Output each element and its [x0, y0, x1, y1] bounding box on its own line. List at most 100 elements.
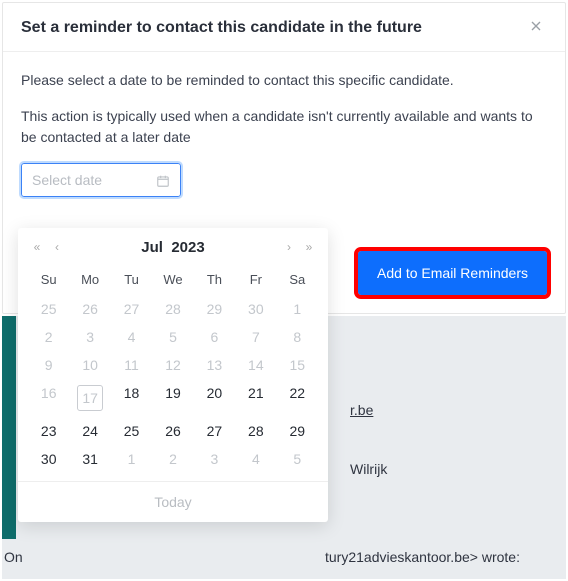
calendar-day-cell[interactable]: 10: [69, 351, 110, 379]
calendar-day-number: 2: [160, 451, 186, 467]
calendar-day-cell[interactable]: 28: [152, 295, 193, 323]
calendar-day-number: 22: [284, 385, 310, 401]
calendar-day-cell[interactable]: 9: [28, 351, 69, 379]
calendar-day-cell[interactable]: 1: [277, 295, 318, 323]
modal-paragraph-1: Please select a date to be reminded to c…: [21, 70, 547, 92]
add-to-email-reminders-button[interactable]: Add to Email Reminders: [358, 251, 547, 295]
calendar-day-cell[interactable]: 26: [69, 295, 110, 323]
calendar-day-cell[interactable]: 5: [152, 323, 193, 351]
calendar-day-number: 4: [243, 451, 269, 467]
calendar-day-cell[interactable]: 20: [194, 379, 235, 417]
calendar-day-cell[interactable]: 4: [111, 323, 152, 351]
calendar-day-number: 26: [160, 423, 186, 439]
calendar-header: « ‹ Jul 2023 › »: [18, 228, 328, 262]
calendar-day-number: 14: [243, 357, 269, 373]
calendar-day-number: 30: [243, 301, 269, 317]
calendar-day-cell[interactable]: 29: [194, 295, 235, 323]
calendar-day-cell[interactable]: 17: [69, 379, 110, 417]
calendar-day-number: 9: [36, 357, 62, 373]
bg-wrote-fragment: tury21advieskantoor.be> wrote:: [325, 549, 520, 565]
calendar-day-cell[interactable]: 26: [152, 417, 193, 445]
calendar-day-number: 21: [243, 385, 269, 401]
calendar-day-number: 19: [160, 385, 186, 401]
calendar-day-number: 16: [36, 385, 62, 401]
double-chevron-left-icon: «: [28, 238, 46, 256]
dow-th: Th: [194, 266, 235, 295]
bg-on-fragment: On: [4, 549, 23, 565]
calendar-day-number: 27: [201, 423, 227, 439]
calendar-next-arrows: › »: [280, 238, 318, 256]
calendar-day-cell[interactable]: 2: [152, 445, 193, 473]
date-input-field[interactable]: [32, 172, 156, 188]
calendar-day-cell[interactable]: 21: [235, 379, 276, 417]
calendar-day-number: 8: [284, 329, 310, 345]
calendar-day-number: 2: [36, 329, 62, 345]
calendar-day-cell[interactable]: 2: [28, 323, 69, 351]
calendar-day-cell[interactable]: 14: [235, 351, 276, 379]
calendar-day-cell[interactable]: 19: [152, 379, 193, 417]
calendar-day-cell[interactable]: 3: [69, 323, 110, 351]
calendar-day-number: 26: [77, 301, 103, 317]
calendar-day-cell[interactable]: 5: [277, 445, 318, 473]
modal-paragraph-2: This action is typically used when a can…: [21, 106, 547, 149]
calendar-day-cell[interactable]: 18: [111, 379, 152, 417]
double-chevron-right-icon: »: [300, 238, 318, 256]
calendar-week-row: 16 17 18 19 20 21 22: [28, 379, 318, 417]
modal-body: Please select a date to be reminded to c…: [3, 52, 565, 197]
calendar-day-cell[interactable]: 25: [28, 295, 69, 323]
calendar-day-cell[interactable]: 28: [235, 417, 276, 445]
calendar-week-row: 2345678: [28, 323, 318, 351]
calendar-day-number: 18: [119, 385, 145, 401]
calendar-day-cell[interactable]: 30: [235, 295, 276, 323]
calendar-day-cell[interactable]: 23: [28, 417, 69, 445]
dow-we: We: [152, 266, 193, 295]
next-year-button[interactable]: »: [300, 238, 318, 256]
calendar-day-cell[interactable]: 27: [111, 295, 152, 323]
calendar-today-button[interactable]: Today: [18, 481, 328, 522]
prev-year-button[interactable]: «: [28, 238, 46, 256]
calendar-week-row: 303112345: [28, 445, 318, 473]
calendar-day-cell[interactable]: 31: [69, 445, 110, 473]
chevron-left-icon: ‹: [48, 238, 66, 256]
calendar-day-cell[interactable]: 6: [194, 323, 235, 351]
dow-fr: Fr: [235, 266, 276, 295]
calendar-day-cell[interactable]: 24: [69, 417, 110, 445]
next-month-button[interactable]: ›: [280, 238, 298, 256]
calendar-day-cell[interactable]: 27: [194, 417, 235, 445]
calendar-day-cell[interactable]: 12: [152, 351, 193, 379]
calendar-day-number: 7: [243, 329, 269, 345]
calendar-day-cell[interactable]: 4: [235, 445, 276, 473]
dow-mo: Mo: [69, 266, 110, 295]
calendar-day-cell[interactable]: 8: [277, 323, 318, 351]
dow-tu: Tu: [111, 266, 152, 295]
calendar-day-cell[interactable]: 25: [111, 417, 152, 445]
close-button[interactable]: [525, 17, 547, 39]
bg-link-fragment: r.be: [350, 402, 373, 418]
calendar-day-number: 6: [201, 329, 227, 345]
calendar-day-cell[interactable]: 16: [28, 379, 69, 417]
date-input[interactable]: [21, 163, 181, 197]
dow-su: Su: [28, 266, 69, 295]
calendar-day-number: 25: [119, 423, 145, 439]
calendar-day-cell[interactable]: 15: [277, 351, 318, 379]
calendar-day-cell[interactable]: 29: [277, 417, 318, 445]
calendar-day-cell[interactable]: 22: [277, 379, 318, 417]
calendar-day-number: 27: [119, 301, 145, 317]
prev-month-button[interactable]: ‹: [48, 238, 66, 256]
calendar-day-number: 29: [201, 301, 227, 317]
calendar-week-row: 25 26 27 28 29 30 1: [28, 295, 318, 323]
calendar-day-cell[interactable]: 11: [111, 351, 152, 379]
calendar-day-number: 23: [36, 423, 62, 439]
calendar-month-year[interactable]: Jul 2023: [141, 239, 204, 256]
calendar-day-cell[interactable]: 7: [235, 323, 276, 351]
calendar-day-cell[interactable]: 1: [111, 445, 152, 473]
calendar-day-cell[interactable]: 3: [194, 445, 235, 473]
calendar-day-number: 28: [160, 301, 186, 317]
calendar-day-number: 17: [77, 385, 103, 411]
calendar-week-row: 9 10111213 14 15: [28, 351, 318, 379]
calendar-day-cell[interactable]: 13: [194, 351, 235, 379]
calendar-day-number: 28: [243, 423, 269, 439]
calendar-day-number: 4: [119, 329, 145, 345]
calendar-day-number: 1: [284, 301, 310, 317]
calendar-day-cell[interactable]: 30: [28, 445, 69, 473]
